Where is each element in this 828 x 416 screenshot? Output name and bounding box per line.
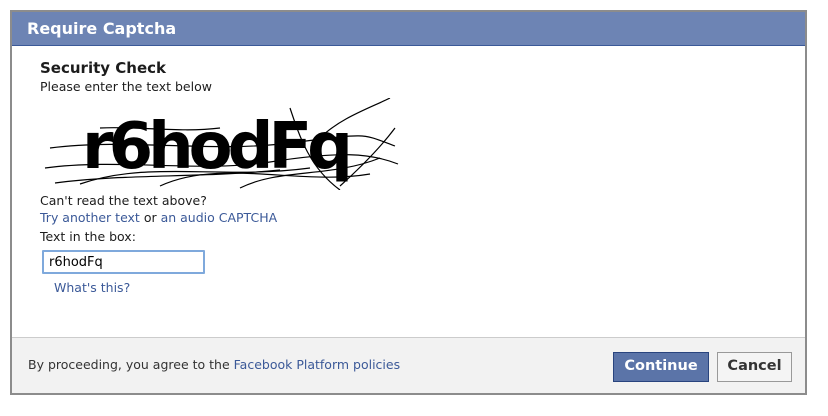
text-box-label: Text in the box: (40, 229, 136, 244)
security-check-heading: Security Check (40, 59, 166, 77)
continue-button[interactable]: Continue (613, 352, 709, 382)
cant-read-text: Can't read the text above? (40, 193, 207, 208)
footer-text: By proceeding, you agree to the Facebook… (28, 357, 400, 372)
dialog-title: Require Captcha (12, 12, 805, 46)
audio-captcha-link[interactable]: an audio CAPTCHA (161, 210, 278, 225)
platform-policies-link[interactable]: Facebook Platform policies (234, 357, 400, 372)
dialog-footer: By proceeding, you agree to the Facebook… (12, 337, 805, 393)
captcha-image: r6hodFq (44, 98, 399, 190)
alternate-captcha-line: Try another text or an audio CAPTCHA (40, 210, 277, 225)
or-text: or (139, 210, 161, 225)
instruction-text: Please enter the text below (40, 79, 212, 94)
captcha-glyphs: r6hodFq (82, 110, 348, 184)
captcha-dialog: Require Captcha Security Check Please en… (10, 10, 807, 395)
whats-this-link[interactable]: What's this? (54, 280, 130, 295)
try-another-text-link[interactable]: Try another text (40, 210, 140, 225)
footer-prefix: By proceeding, you agree to the (28, 357, 234, 372)
cancel-button[interactable]: Cancel (717, 352, 792, 382)
captcha-input[interactable] (42, 250, 205, 274)
